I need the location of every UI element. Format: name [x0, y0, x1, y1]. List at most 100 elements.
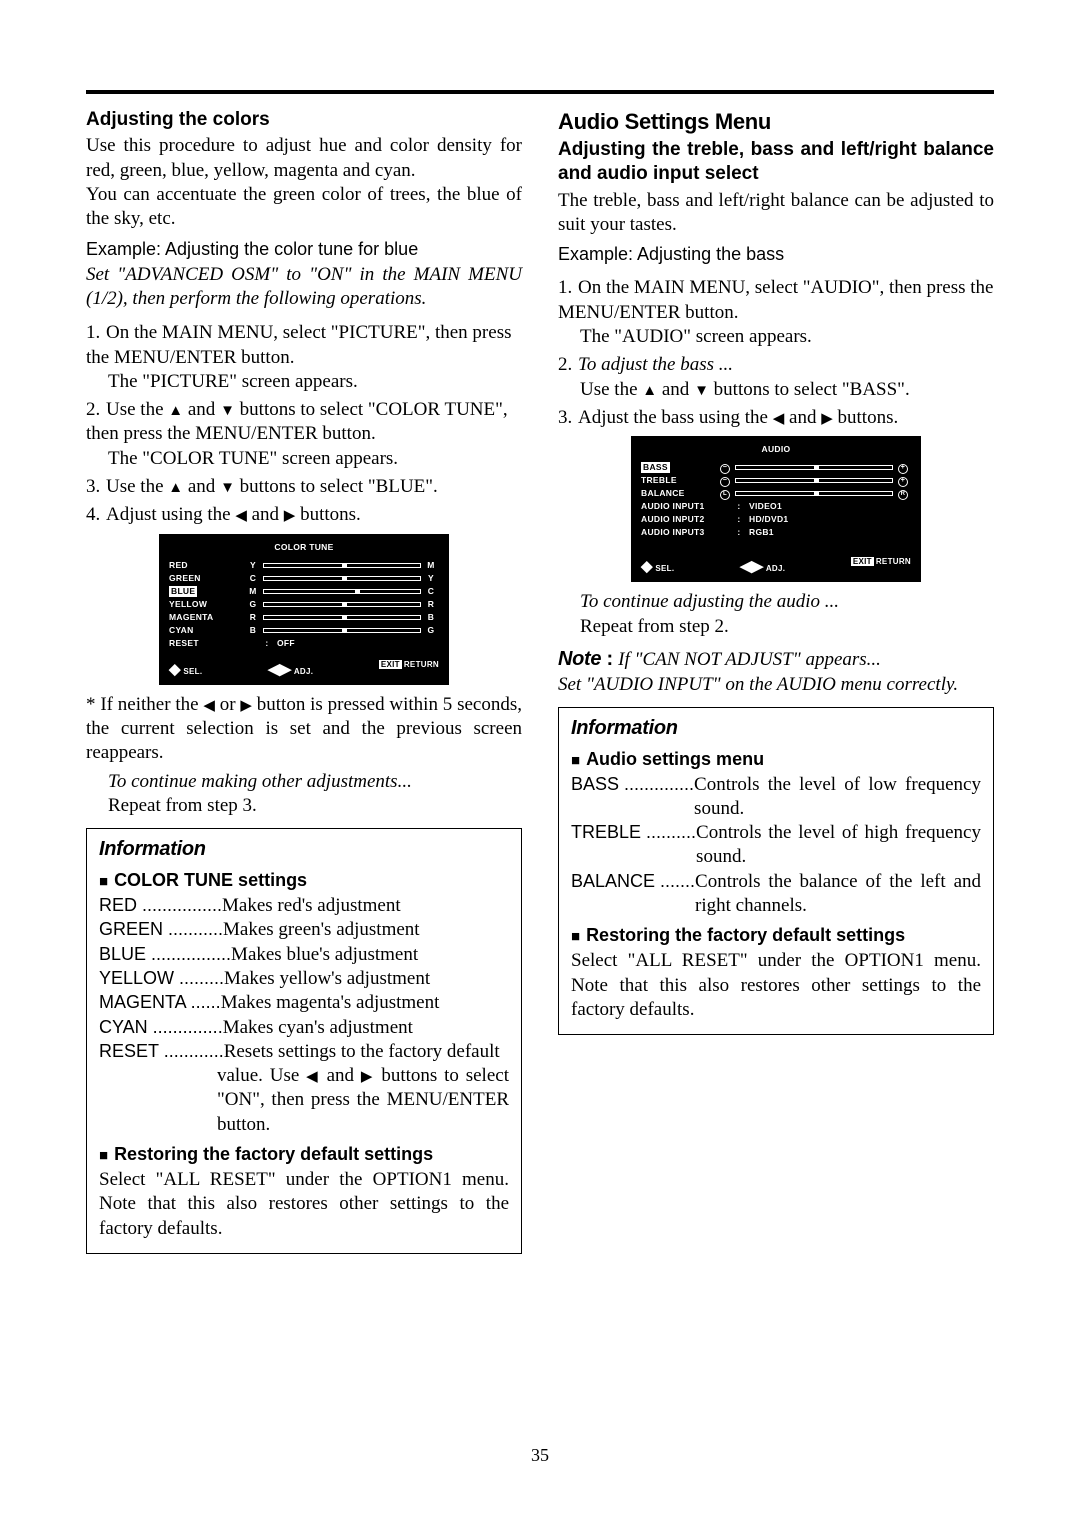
osm-row: MAGENTARB	[169, 611, 439, 624]
osm-label: AUDIO INPUT1	[641, 501, 705, 511]
osm-foot-adj: ◀▶ ADJ.	[740, 557, 785, 576]
osm-end-left: −	[717, 461, 733, 473]
osm-title: AUDIO	[641, 444, 911, 455]
t: Adjust using the	[106, 504, 235, 525]
osm-end-right: R	[423, 599, 439, 610]
t: Restoring the factory default settings	[586, 925, 905, 945]
osm-label: GREEN	[169, 573, 201, 583]
step-text: Adjust using the ◀ and ▶ buttons.	[106, 504, 361, 525]
osm-end-left: Y	[245, 560, 261, 571]
down-triangle-icon: ▼	[220, 402, 235, 419]
info-paragraph: Select "ALL RESET" under the OPTION1 men…	[99, 1168, 509, 1241]
step-italic: To adjust the bass ...	[578, 354, 733, 375]
osm-end-left: G	[245, 599, 261, 610]
step-number: 1.	[86, 321, 106, 345]
t: and	[183, 399, 220, 420]
paragraph: You can accentuate the green color of tr…	[86, 183, 522, 232]
step-3: 3.Use the ▲ and ▼ buttons to select "BLU…	[86, 475, 522, 499]
osm-foot-return: EXITRETURN	[379, 660, 439, 679]
up-triangle-icon: ▲	[642, 382, 657, 399]
definition-row: MAGENTA ......Makes magenta's adjustment	[99, 991, 509, 1015]
osm-end-right: +	[895, 474, 911, 486]
osm-footer: ◆ SEL. ◀▶ ADJ. EXITRETURN	[641, 557, 911, 576]
t: buttons.	[833, 407, 898, 428]
osm-end-right: C	[423, 586, 439, 597]
right-triangle-icon: ▶	[240, 697, 252, 714]
definition-term: BALANCE .......	[571, 870, 695, 919]
definition-desc: Controls the level of low frequency soun…	[694, 773, 981, 822]
top-rule	[86, 90, 994, 94]
info-subheading: ■Audio settings menu	[571, 748, 981, 771]
osm-label: AUDIO INPUT2	[641, 514, 705, 524]
osm-end-left: R	[245, 612, 261, 623]
up-triangle-icon: ▲	[168, 479, 183, 496]
osm-row: GREENCY	[169, 572, 439, 585]
definition-row: CYAN ..............Makes cyan's adjustme…	[99, 1016, 509, 1040]
step-3: 3.Adjust the bass using the ◀ and ▶ butt…	[558, 406, 994, 430]
up-triangle-icon: ▲	[168, 402, 183, 419]
t: Use the	[580, 379, 642, 400]
definition-desc: Controls the balance of the left and rig…	[695, 870, 981, 919]
paragraph: Use this procedure to adjust hue and col…	[86, 134, 522, 183]
heading-adjusting-audio: Adjusting the treble, bass and left/righ…	[558, 138, 994, 187]
osm-foot-sel: ◆ SEL.	[169, 660, 202, 679]
osm-slider	[263, 562, 421, 569]
info-subheading: ■Restoring the factory default settings	[571, 924, 981, 947]
definition-term: TREBLE ..........	[571, 821, 696, 870]
osm-end-right: M	[423, 560, 439, 571]
definition-desc: Makes magenta's adjustment	[221, 991, 509, 1015]
osm-label: TREBLE	[641, 475, 677, 485]
manual-page: Adjusting the colors Use this procedure …	[0, 0, 1080, 1526]
definition-term: GREEN ...........	[99, 918, 223, 942]
step-4: 4.Adjust using the ◀ and ▶ buttons.	[86, 503, 522, 527]
t: RETURN	[404, 660, 439, 669]
osm-foot-adj: ◀▶ ADJ.	[268, 660, 313, 679]
osm-footer: ◆ SEL. ◀▶ ADJ. EXITRETURN	[169, 660, 439, 679]
note-italic: Set "AUDIO INPUT" on the AUDIO menu corr…	[558, 673, 994, 697]
osm-slider	[735, 490, 893, 497]
osm-color-tune-screen: COLOR TUNE REDYMGREENCYBLUEMCYELLOWGRMAG…	[159, 534, 449, 685]
step-sub: The "AUDIO" screen appears.	[558, 325, 994, 349]
left-triangle-icon: ◀	[740, 558, 752, 575]
t: and	[320, 1065, 361, 1086]
example-line: Example: Adjusting the bass	[558, 243, 994, 266]
step-number: 4.	[86, 503, 106, 527]
t: buttons to select "BASS".	[709, 379, 910, 400]
osm-end-right: G	[423, 625, 439, 636]
footnote: * If neither the ◀ or ▶ button is presse…	[86, 693, 522, 766]
t: value. Use	[217, 1065, 306, 1086]
t: Restoring the factory default settings	[114, 1144, 433, 1164]
square-bullet-icon: ■	[99, 873, 108, 890]
section-audio-settings: Audio Settings Menu	[558, 108, 994, 136]
continue-italic: To continue adjusting the audio ...	[558, 590, 994, 614]
definition-term: BLUE ................	[99, 943, 231, 967]
osm-foot-return: EXITRETURN	[851, 557, 911, 576]
t: and	[183, 476, 220, 497]
osm-row: REDYM	[169, 559, 439, 572]
definition-term: RED ................	[99, 894, 222, 918]
exit-badge: EXIT	[379, 660, 402, 669]
osm-end-right: B	[423, 612, 439, 623]
info-paragraph: Select "ALL RESET" under the OPTION1 men…	[571, 949, 981, 1022]
definition-row: RESET ............Resets settings to the…	[99, 1040, 509, 1064]
osm-audio-screen: AUDIO BASS−+TREBLE−+BALANCELR AUDIO INPU…	[631, 436, 921, 582]
continue-italic: To continue making other adjustments...	[86, 770, 522, 794]
right-triangle-icon: ▶	[752, 558, 764, 575]
info-title: Information	[99, 837, 509, 863]
example-line: Example: Adjusting the color tune for bl…	[86, 238, 522, 261]
step-2: 2.Use the ▲ and ▼ buttons to select "COL…	[86, 398, 522, 471]
osm-reset-row: RESET : OFF	[169, 637, 439, 650]
osm-row: BLUEMC	[169, 585, 439, 598]
definition-row: BLUE ................Makes blue's adjust…	[99, 943, 509, 967]
osm-slider	[263, 601, 421, 608]
t: COLOR TUNE settings	[114, 870, 307, 890]
osm-label: BLUE	[169, 586, 197, 597]
t: ADJ.	[294, 667, 313, 676]
left-triangle-icon: ◀	[235, 507, 247, 524]
definition-row: BALANCE .......Controls the balance of t…	[571, 870, 981, 919]
def-continuation: value. Use ◀ and ▶ buttons to select "ON…	[217, 1064, 509, 1137]
osm-end-left: C	[245, 573, 261, 584]
t: Adjust the bass using the	[578, 407, 773, 428]
osm-label: BALANCE	[641, 488, 685, 498]
right-triangle-icon: ▶	[280, 661, 292, 678]
